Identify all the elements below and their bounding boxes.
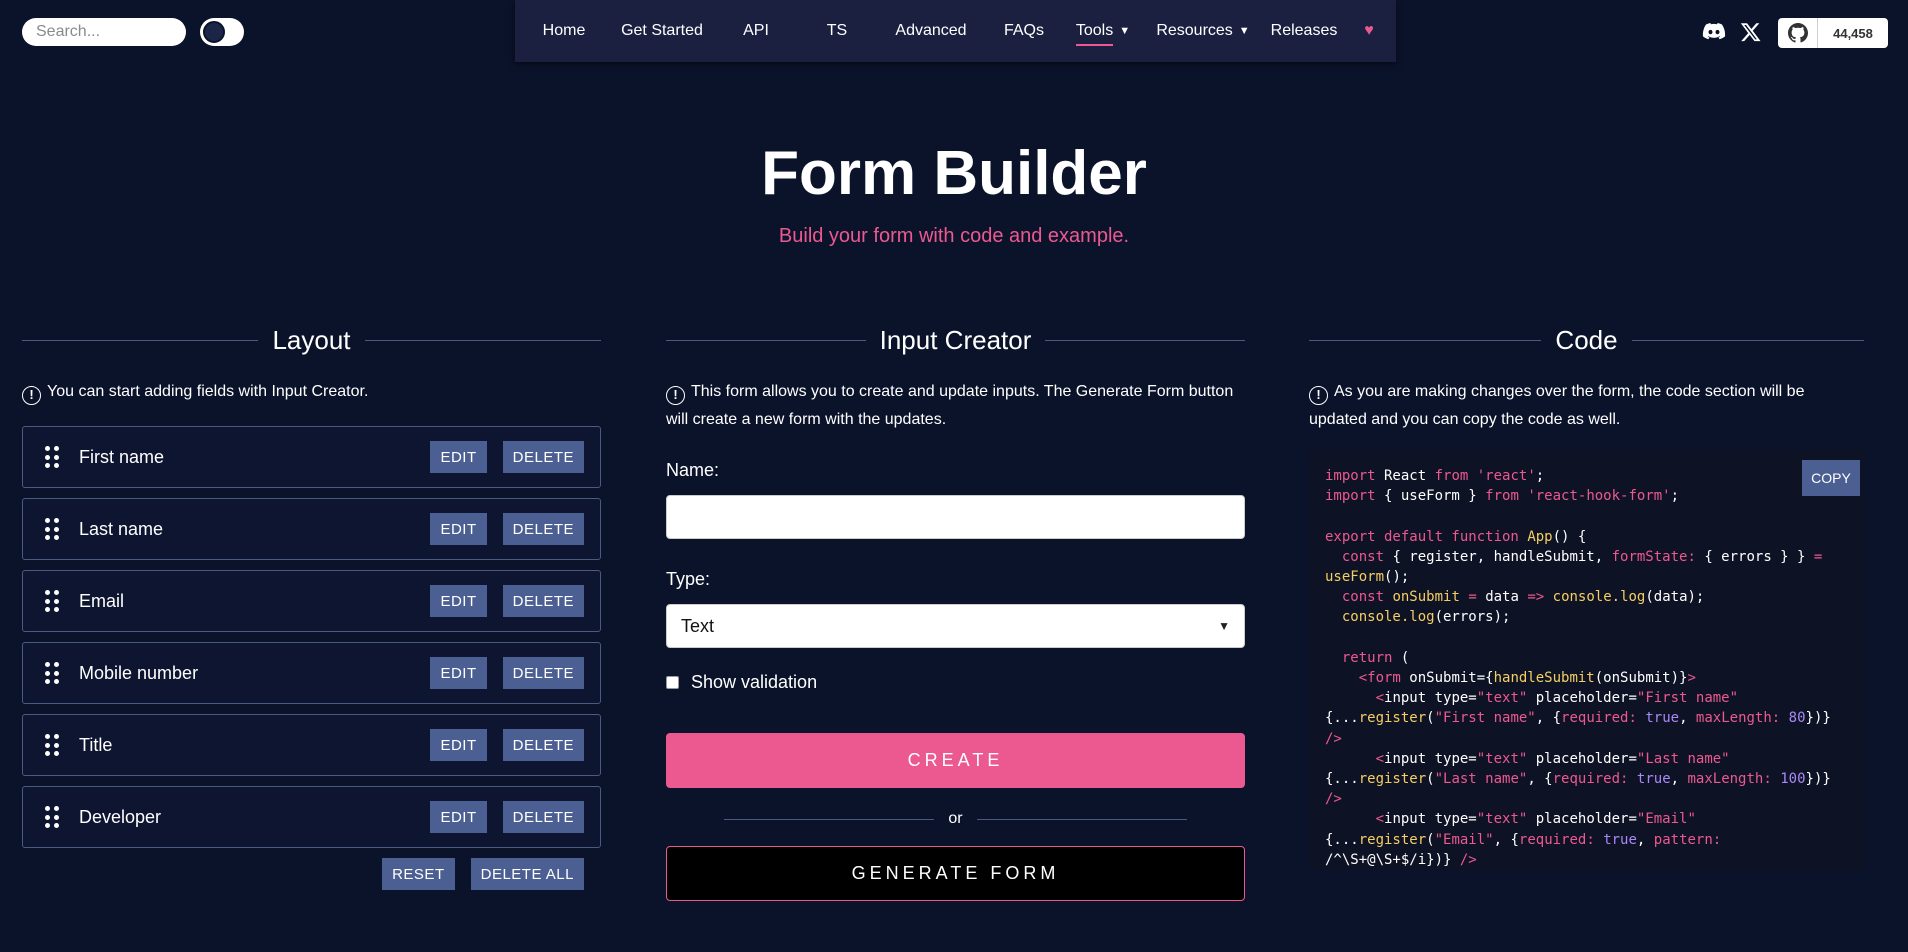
nav-advanced[interactable]: Advanced — [873, 0, 989, 62]
code-section: Code ! As you are making changes over the… — [1309, 322, 1864, 870]
field-name: Title — [79, 734, 113, 755]
nav-tools-label: Tools — [1075, 0, 1114, 62]
edit-button[interactable]: EDIT — [430, 729, 487, 761]
field-name: Email — [79, 590, 125, 611]
discord-icon[interactable] — [1701, 20, 1727, 44]
field-row[interactable]: First name EDIT DELETE — [22, 426, 601, 488]
nav-get-started[interactable]: Get Started — [613, 0, 711, 62]
nav-home[interactable]: Home — [515, 0, 613, 62]
show-validation-label: Show validation — [691, 672, 818, 692]
info-icon: ! — [22, 386, 41, 405]
input-creator-info: ! This form allows you to create and upda… — [666, 378, 1245, 434]
or-divider: or — [724, 810, 1188, 828]
field-name: Mobile number — [79, 662, 199, 683]
drag-handle-icon[interactable] — [45, 446, 61, 468]
code-header: Code — [1309, 322, 1864, 358]
delete-all-button[interactable]: DELETE ALL — [470, 858, 584, 890]
layout-actions: RESET DELETE ALL — [22, 858, 601, 890]
search-input[interactable] — [22, 18, 186, 46]
name-label: Name: — [666, 460, 720, 480]
copy-button[interactable]: COPY — [1802, 460, 1860, 496]
github-icon-wrap — [1778, 18, 1818, 48]
delete-button[interactable]: DELETE — [502, 513, 584, 545]
type-label: Type: — [666, 569, 711, 589]
nav-resources[interactable]: Resources ▼ — [1147, 0, 1259, 62]
code-info: ! As you are making changes over the form… — [1309, 378, 1864, 434]
page-subtitle: Build your form with code and example. — [778, 225, 1130, 247]
name-field[interactable] — [666, 495, 1245, 539]
main-nav: Home Get Started API TS Advanced FAQs To… — [515, 0, 1396, 62]
nav-tools[interactable]: Tools ▼ — [1059, 0, 1147, 62]
code-title: Code — [1555, 324, 1618, 355]
info-icon: ! — [666, 386, 685, 405]
show-validation-checkbox[interactable] — [666, 676, 679, 689]
generate-form-button[interactable]: GENERATE FORM — [666, 846, 1245, 901]
layout-header: Layout — [22, 322, 602, 358]
drag-handle-icon[interactable] — [45, 806, 61, 828]
nav-ts[interactable]: TS — [801, 0, 873, 62]
nav-resources-label: Resources — [1156, 22, 1233, 39]
delete-button[interactable]: DELETE — [502, 585, 584, 617]
layout-section: Layout ! You can start adding fields with… — [22, 322, 602, 890]
field-row[interactable]: Mobile number EDIT DELETE — [22, 642, 601, 704]
field-name: Developer — [79, 806, 162, 827]
reset-button[interactable]: RESET — [382, 858, 455, 890]
delete-button[interactable]: DELETE — [502, 657, 584, 689]
info-icon: ! — [1309, 386, 1328, 405]
caret-down-icon: ▼ — [1238, 25, 1250, 37]
edit-button[interactable]: EDIT — [430, 441, 487, 473]
type-select[interactable]: Text ▼ — [666, 604, 1245, 648]
input-creator-section: Input Creator ! This form allows you to c… — [666, 322, 1245, 901]
field-row[interactable]: Last name EDIT DELETE — [22, 498, 601, 560]
drag-handle-icon[interactable] — [45, 734, 61, 756]
field-name: First name — [79, 446, 165, 467]
code-info-text: As you are making changes over the form,… — [1309, 383, 1805, 428]
or-label: or — [948, 810, 963, 827]
edit-button[interactable]: EDIT — [430, 801, 487, 833]
layout-info: ! You can start adding fields with Input … — [22, 378, 601, 406]
type-select-value: Text — [681, 615, 715, 636]
input-creator-header: Input Creator — [666, 322, 1245, 358]
layout-info-text: You can start adding fields with Input C… — [47, 383, 369, 400]
delete-button[interactable]: DELETE — [502, 801, 584, 833]
caret-down-icon: ▼ — [1119, 25, 1131, 37]
code-block[interactable]: COPY import React from 'react'; import { … — [1309, 450, 1864, 870]
top-bar: Home Get Started API TS Advanced FAQs To… — [0, 0, 1908, 64]
input-creator-title: Input Creator — [879, 324, 1032, 355]
field-row[interactable]: Email EDIT DELETE — [22, 570, 601, 632]
delete-button[interactable]: DELETE — [502, 441, 584, 473]
nav-api[interactable]: API — [711, 0, 801, 62]
github-star-count: 44,458 — [1833, 25, 1873, 41]
field-row[interactable]: Developer EDIT DELETE — [22, 786, 601, 848]
heart-icon[interactable]: ♥ — [1349, 0, 1389, 62]
create-button[interactable]: CREATE — [666, 733, 1245, 788]
drag-handle-icon[interactable] — [45, 518, 61, 540]
x-icon[interactable] — [1740, 20, 1762, 44]
layout-title: Layout — [272, 324, 351, 355]
show-validation-row: Show validation — [666, 672, 1245, 693]
theme-toggle[interactable] — [200, 18, 244, 46]
edit-button[interactable]: EDIT — [430, 585, 487, 617]
nav-faqs[interactable]: FAQs — [989, 0, 1059, 62]
github-icon — [1787, 23, 1808, 43]
edit-button[interactable]: EDIT — [430, 513, 487, 545]
toggle-knob — [203, 21, 225, 43]
github-stars-widget[interactable]: 44,458 — [1778, 18, 1888, 48]
drag-handle-icon[interactable] — [45, 590, 61, 612]
page-title: Form Builder — [761, 139, 1147, 208]
delete-button[interactable]: DELETE — [502, 729, 584, 761]
field-row[interactable]: Title EDIT DELETE — [22, 714, 601, 776]
edit-button[interactable]: EDIT — [430, 657, 487, 689]
field-list: First name EDIT DELETE Last name EDIT DELETE E… — [22, 426, 601, 848]
field-name: Last name — [79, 518, 164, 539]
nav-releases[interactable]: Releases — [1259, 0, 1349, 62]
drag-handle-icon[interactable] — [45, 662, 61, 684]
input-creator-info-text: This form allows you to create and updat… — [666, 383, 1234, 428]
chevron-down-icon: ▼ — [1218, 619, 1230, 633]
